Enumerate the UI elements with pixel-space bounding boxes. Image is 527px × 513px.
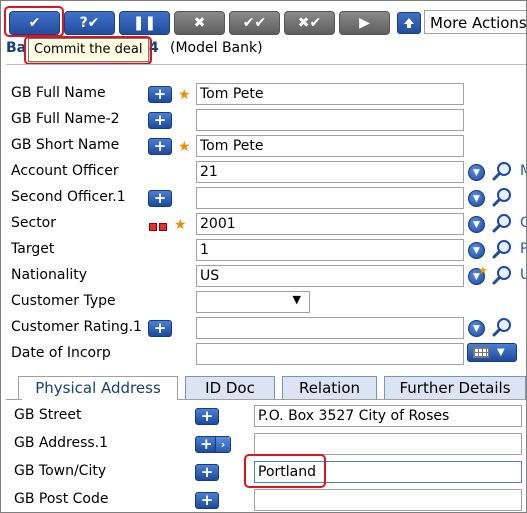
up-arrow-icon — [404, 18, 414, 28]
gb-post-code-expand-button[interactable]: + — [195, 492, 219, 509]
second-officer-input[interactable] — [196, 187, 464, 209]
target-description: P — [520, 241, 526, 257]
search-icon[interactable] — [492, 213, 512, 233]
nationality-input[interactable]: US — [196, 265, 464, 287]
account-officer-label: Account Officer — [11, 163, 119, 179]
date-of-incorp-input[interactable] — [196, 343, 464, 365]
target-input[interactable]: 1 — [196, 239, 464, 261]
gb-address-1-input[interactable] — [254, 433, 522, 455]
customer-type-label: Customer Type — [11, 293, 116, 309]
gb-street-expand-button[interactable]: + — [195, 408, 219, 425]
validate-button[interactable]: ?✔ — [64, 11, 115, 35]
chevron-down-icon[interactable]: ▼ — [468, 242, 485, 259]
nationality-label: Nationality — [11, 267, 88, 283]
gb-post-code-input[interactable] — [254, 489, 522, 511]
gb-short-name-expand-button[interactable]: + — [148, 138, 172, 155]
chevron-down-icon: ▼ — [497, 347, 505, 358]
customer-rating-label: Customer Rating.1 — [11, 319, 142, 335]
delete-button[interactable]: ✖ — [174, 11, 225, 35]
search-icon[interactable] — [492, 187, 512, 207]
commit-button-highlight — [4, 6, 64, 37]
gb-address-1-label: GB Address.1 — [14, 435, 109, 451]
gb-post-code-label: GB Post Code — [14, 491, 109, 507]
customer-type-select[interactable]: ▼ — [196, 291, 310, 313]
gb-full-name-2-label: GB Full Name-2 — [11, 111, 120, 127]
search-icon[interactable] — [492, 317, 512, 337]
tab-further-details[interactable]: Further Details — [384, 376, 526, 400]
tab-relation[interactable]: Relation — [282, 376, 377, 400]
gb-full-name-input[interactable]: Tom Pete — [196, 83, 464, 105]
reverse-button[interactable]: ✖✔ — [284, 11, 335, 35]
gb-short-name-input[interactable]: Tom Pete — [196, 135, 464, 157]
target-label: Target — [11, 241, 55, 257]
sector-input[interactable]: 2001 — [196, 213, 464, 235]
sector-label: Sector — [11, 215, 57, 231]
next-button[interactable]: ▶ — [339, 11, 390, 35]
deal-window: ✔ ?✔ ❚❚ ✖ ✔✔ ✖✔ ▶ More Actions Ba 4 (Mod… — [0, 0, 527, 513]
chevron-down-icon[interactable]: ▼ — [468, 320, 485, 337]
gb-street-input[interactable]: P.O. Box 3527 City of Roses — [254, 405, 522, 427]
gb-town-city-expand-button[interactable]: + — [195, 464, 219, 481]
chevron-down-icon[interactable]: ▼ — [468, 164, 485, 181]
gb-town-city-label: GB Town/City — [14, 463, 107, 479]
chevron-right-icon: › — [215, 437, 230, 452]
header-bank-name: (Model Bank) — [170, 40, 263, 56]
gb-full-name-2-input[interactable] — [196, 109, 464, 131]
tab-physical-address[interactable]: Physical Address — [18, 376, 178, 400]
toolbar: ✔ ?✔ ❚❚ ✖ ✔✔ ✖✔ ▶ More Actions — [1, 1, 526, 39]
tab-strip: Physical Address ID Doc Relation Further… — [6, 376, 526, 400]
required-star-icon: ★ — [178, 139, 191, 155]
tab-baseline — [6, 399, 22, 400]
search-icon[interactable] — [492, 161, 512, 181]
required-star-icon: ★ — [174, 217, 187, 233]
hold-button[interactable]: ❚❚ — [119, 11, 170, 35]
gb-full-name-2-expand-button[interactable]: + — [148, 112, 172, 129]
calendar-button[interactable]: ▼ — [467, 343, 517, 362]
gb-short-name-label: GB Short Name — [11, 137, 120, 153]
sector-description: C — [520, 215, 526, 231]
second-officer-expand-button[interactable]: + — [148, 190, 172, 207]
gb-street-label: GB Street — [14, 407, 82, 423]
chevron-down-icon[interactable]: ▼ — [468, 216, 485, 233]
favourite-star-icon: ★ — [478, 264, 488, 277]
calendar-icon — [473, 347, 489, 358]
account-officer-description: M — [520, 163, 526, 179]
gb-address-1-expand-button[interactable]: + › — [195, 436, 231, 453]
customer-rating-input[interactable] — [196, 317, 464, 339]
search-icon[interactable] — [492, 239, 512, 259]
required-star-icon: ★ — [178, 87, 191, 103]
search-icon[interactable] — [492, 265, 512, 285]
customer-rating-expand-button[interactable]: + — [148, 320, 172, 337]
tab-id-doc[interactable]: ID Doc — [185, 376, 275, 400]
account-officer-input[interactable]: 21 — [196, 161, 464, 183]
chevron-down-icon[interactable]: ▼ — [468, 190, 485, 207]
gb-full-name-expand-button[interactable]: + — [148, 86, 172, 103]
commit-tooltip: Commit the deal — [28, 38, 149, 62]
authorise-button[interactable]: ✔✔ — [229, 11, 280, 35]
second-officer-label: Second Officer.1 — [11, 189, 126, 205]
date-of-incorp-label: Date of Incorp — [11, 345, 111, 361]
town-city-highlight — [244, 454, 326, 488]
multi-value-icon[interactable] — [149, 223, 167, 231]
gb-full-name-label: GB Full Name — [11, 85, 106, 101]
nationality-description: U — [520, 267, 526, 283]
header-divider — [6, 64, 526, 65]
up-arrow-button[interactable] — [397, 12, 421, 34]
more-actions-select[interactable]: More Actions — [424, 10, 526, 34]
chevron-down-icon: ▼ — [292, 293, 301, 306]
tab-baseline — [178, 399, 526, 400]
